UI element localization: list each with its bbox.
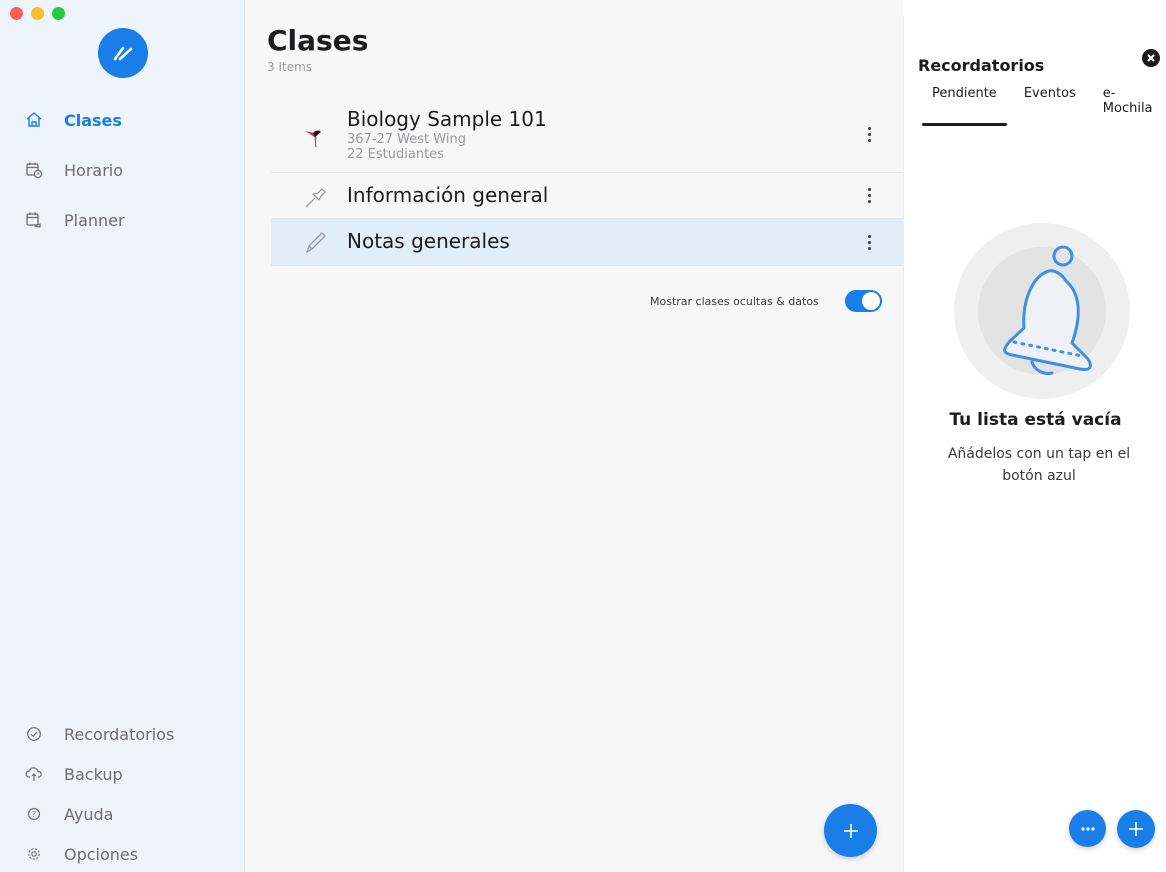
more-options-button[interactable]	[861, 124, 877, 146]
minimize-window-button[interactable]	[31, 7, 44, 20]
sidebar-item-clases[interactable]: Clases	[24, 110, 122, 130]
bell-icon	[1003, 245, 1092, 375]
cloud-sync-icon	[24, 764, 44, 784]
item-students: 22 Estudiantes	[347, 147, 444, 162]
more-options-button[interactable]	[861, 185, 877, 207]
calendar-clock-icon	[24, 160, 44, 180]
sidebar-item-label: Recordatorios	[64, 724, 175, 744]
sidebar-item-horario[interactable]: Horario	[24, 160, 123, 180]
sidebar: Clases Horario Planner Recordatorios Bac…	[0, 0, 245, 872]
add-class-button[interactable]	[824, 804, 877, 857]
item-title: Notas generales	[347, 229, 510, 253]
zoom-window-button[interactable]	[52, 7, 65, 20]
sidebar-item-label: Horario	[64, 160, 124, 180]
sidebar-item-label: Planner	[64, 210, 125, 230]
app-logo	[98, 28, 148, 78]
show-hidden-label: Mostrar clases ocultas & datos	[650, 294, 819, 308]
more-actions-button[interactable]	[1069, 810, 1106, 847]
tab-eventos[interactable]: Eventos	[1024, 86, 1076, 122]
sidebar-item-planner[interactable]: Planner	[24, 210, 125, 230]
list-item-biology[interactable]: Biology Sample 101 367-27 West Wing 22 E…	[271, 97, 903, 173]
close-window-button[interactable]	[10, 7, 23, 20]
sidebar-item-recordatorios[interactable]: Recordatorios	[24, 724, 174, 744]
main-content: Clases 3 Items Biology Sample 101 367-27…	[245, 0, 903, 872]
app-logo-icon	[113, 46, 133, 61]
close-icon	[1147, 54, 1155, 62]
page-title: Clases	[267, 24, 369, 57]
reminders-tabs: Pendiente Eventos e-Mochila	[918, 86, 1164, 126]
tab-pendiente[interactable]: Pendiente	[922, 86, 1007, 126]
tab-e-mochila[interactable]: e-Mochila	[1103, 86, 1164, 122]
class-list: Biology Sample 101 367-27 West Wing 22 E…	[271, 97, 903, 266]
item-count: 3 Items	[267, 60, 313, 74]
window-controls	[10, 7, 65, 20]
list-item-notas[interactable]: Notas generales	[271, 219, 903, 266]
empty-state-title: Tu lista está vacía	[949, 410, 1122, 430]
sidebar-item-label: Opciones	[64, 844, 139, 864]
item-location: 367-27 West Wing	[347, 132, 466, 147]
svg-text:?: ?	[32, 810, 36, 819]
empty-state-illustration	[954, 223, 1130, 399]
pin-icon	[301, 181, 331, 211]
sidebar-item-backup[interactable]: Backup	[24, 764, 123, 784]
show-hidden-toggle-row: Mostrar clases ocultas & datos	[650, 290, 882, 312]
ellipsis-icon	[1080, 826, 1095, 831]
gear-icon	[24, 844, 44, 864]
empty-state-message: Añádelos con un tap en el botón azul	[947, 446, 1131, 484]
more-options-button[interactable]	[861, 231, 877, 253]
sidebar-item-opciones[interactable]: Opciones	[24, 844, 138, 864]
plus-icon	[843, 823, 858, 838]
add-reminder-button[interactable]	[1117, 810, 1155, 848]
check-circle-icon	[24, 724, 44, 744]
reminders-panel: Recordatorios Pendiente Eventos e-Mochil…	[903, 16, 1166, 872]
help-icon: ?	[24, 804, 44, 824]
close-panel-button[interactable]	[1142, 49, 1160, 67]
pencil-icon	[301, 227, 331, 257]
item-title: Biology Sample 101	[347, 107, 547, 131]
item-title: Información general	[347, 183, 549, 207]
sidebar-item-label: Ayuda	[64, 804, 114, 824]
calendar-planner-icon	[24, 210, 44, 230]
home-icon	[24, 110, 44, 130]
sidebar-item-label: Backup	[64, 764, 123, 784]
sidebar-item-label: Clases	[64, 110, 122, 130]
show-hidden-toggle[interactable]	[844, 290, 882, 312]
hummingbird-icon	[301, 120, 331, 150]
plus-icon	[1129, 822, 1143, 836]
sidebar-item-ayuda[interactable]: ? Ayuda	[24, 804, 113, 824]
list-item-informacion[interactable]: Información general	[271, 173, 903, 219]
reminders-title: Recordatorios	[918, 56, 1045, 75]
